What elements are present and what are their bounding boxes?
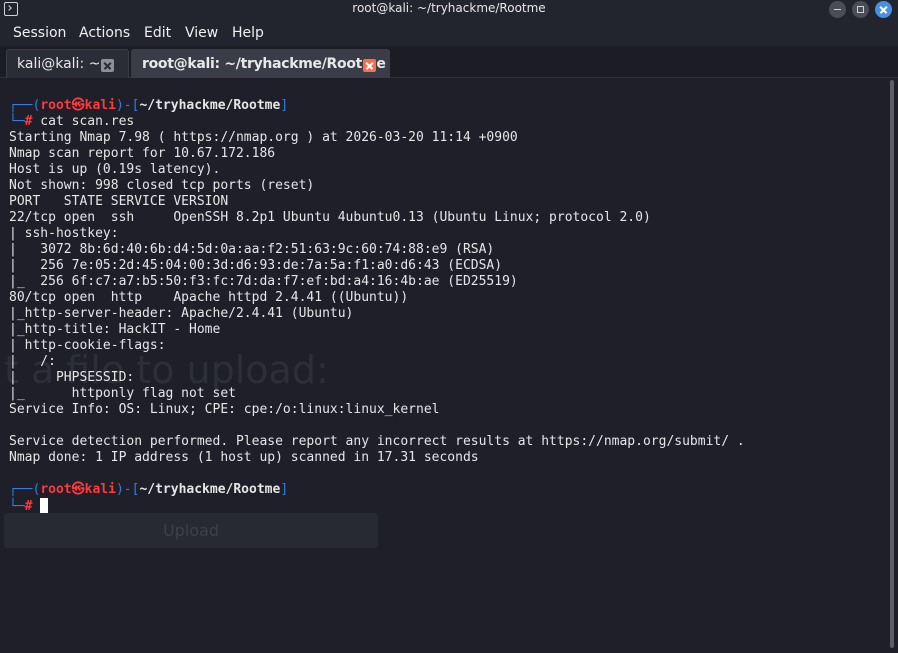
prompt-user: root [40,98,72,113]
input-line[interactable]: └─# [9,498,745,514]
output-line: Not shown: 998 closed tcp ports (reset) [9,178,315,193]
output-line: | http-cookie-flags: [9,338,166,353]
prompt-host: kali [84,98,116,113]
prompt-bracket: ] [280,482,289,497]
tab-close-icon[interactable] [363,59,376,72]
output-line: | PHPSESSID: [9,370,135,385]
prompt-bracket: ┌──( [9,98,41,113]
text-cursor [40,498,49,513]
output-line: Service detection performed. Please repo… [9,434,745,449]
tab-kali-home[interactable]: kali@kali: ~ [6,49,129,78]
menu-edit[interactable]: Edit [144,25,171,41]
prompt-corner: └─ [9,499,25,514]
prompt-bracket: )-[ [115,482,140,497]
output-line: 80/tcp open http Apache httpd 2.4.41 ((U… [9,290,409,305]
prompt-hash: # [24,499,33,514]
output-line: |_http-server-header: Apache/2.4.41 (Ubu… [9,306,354,321]
output-line: |_http-title: HackIT - Home [9,322,221,337]
output-line: | ssh-hostkey: [9,226,119,241]
scrollbar-thumb[interactable] [890,80,894,648]
menu-session[interactable]: Session [13,25,66,41]
output-line: 22/tcp open ssh OpenSSH 8.2p1 Ubuntu 4ub… [9,210,651,225]
output-line: | /: [9,354,56,369]
prompt-at: ㉿ [71,98,85,113]
maximize-icon[interactable] [852,1,869,18]
output-line: | 256 7e:05:2d:45:04:00:3d:d6:93:de:7a:5… [9,258,503,273]
tab-label: kali@kali: ~ [17,56,101,72]
prompt-at: ㉿ [71,482,85,497]
output-line: |_ 256 6f:c7:a7:b5:50:f3:fc:7d:da:f7:ef:… [9,274,518,289]
output-line: |_ httponly flag not set [9,386,236,401]
output-line: Host is up (0.19s latency). [9,162,221,177]
output-line: Starting Nmap 7.98 ( https://nmap.org ) … [9,130,518,145]
menu-actions[interactable]: Actions [79,25,130,41]
tab-bar: kali@kali: ~ root@kali: ~/tryhackme/Root… [0,46,898,78]
prompt-path: ~/tryhackme/Rootme [139,482,281,497]
tab-root-rootme[interactable]: root@kali: ~/tryhackme/Rootme [131,49,390,78]
tab-close-icon[interactable] [101,59,114,72]
prompt-host: kali [84,482,116,497]
background-ghost-button: Upload [4,513,378,548]
menu-view[interactable]: View [185,25,218,41]
output-line: | 3072 8b:6d:40:6b:d4:5d:0a:aa:f2:51:63:… [9,242,495,257]
command-text: cat scan.res [32,114,135,129]
command-line: └─# cat scan.res [9,114,745,130]
output-line: PORT STATE SERVICE VERSION [9,194,229,209]
terminal-output: ┌──(root㉿kali)-[~/tryhackme/Rootme] └─# … [9,98,745,514]
menu-bar: Session Actions Edit View Help [0,19,898,46]
output-line: Service Info: OS: Linux; CPE: cpe:/o:lin… [9,402,440,417]
tab-label: root@kali: ~/tryhackme/Rootme [142,56,386,72]
close-icon[interactable] [875,1,892,18]
prompt-user: root [40,482,72,497]
prompt-path: ~/tryhackme/Rootme [139,98,281,113]
output-line: Nmap done: 1 IP address (1 host up) scan… [9,450,479,465]
output-line: Nmap scan report for 10.67.172.186 [9,146,276,161]
prompt-line: ┌──(root㉿kali)-[~/tryhackme/Rootme] [9,98,745,114]
prompt-bracket: ] [280,98,289,113]
prompt-corner: └─ [9,114,25,129]
window-title: root@kali: ~/tryhackme/Rootme [352,1,546,15]
menu-help[interactable]: Help [232,25,264,41]
prompt-line: ┌──(root㉿kali)-[~/tryhackme/Rootme] [9,482,745,498]
prompt-bracket: ┌──( [9,482,41,497]
minimize-icon[interactable] [829,1,846,18]
title-bar: root@kali: ~/tryhackme/Rootme [0,0,898,19]
prompt-bracket: )-[ [115,98,140,113]
terminal-view[interactable]: t a file to upload: Upload ┌──(root㉿kali… [0,78,898,653]
